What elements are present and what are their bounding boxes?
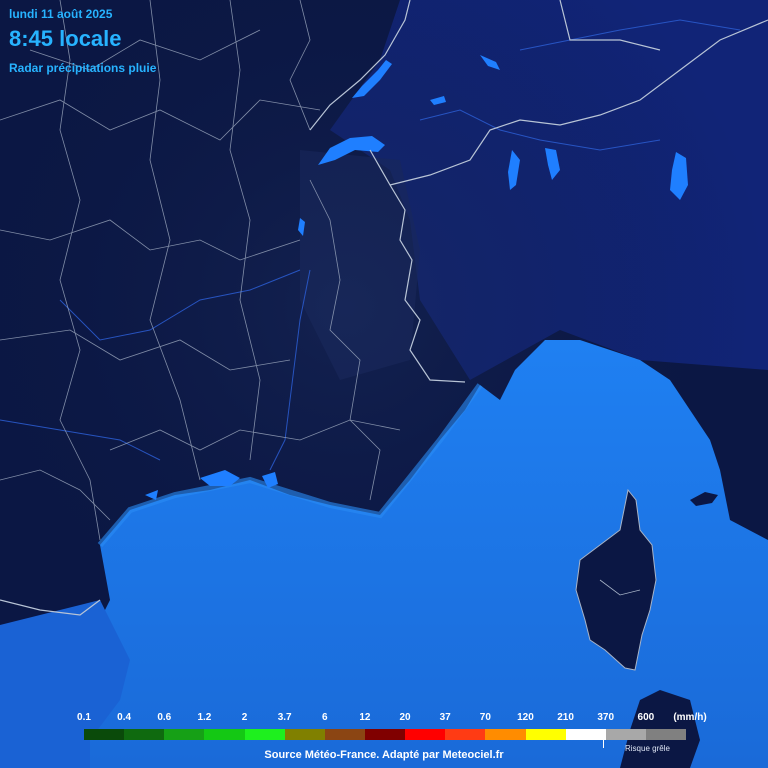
legend-swatch xyxy=(324,729,365,740)
date-label: lundi 11 août 2025 xyxy=(9,7,113,21)
hail-risk-tick xyxy=(603,740,604,748)
legend-value-label: 210 xyxy=(557,712,574,723)
legend-value-label: 370 xyxy=(597,712,615,723)
legend-swatch xyxy=(164,729,205,740)
legend-unit-label: (mm/h) xyxy=(673,712,707,723)
legend-swatch xyxy=(405,729,446,740)
legend-swatch xyxy=(565,729,606,740)
legend-colorbar xyxy=(84,729,687,740)
legend-value-label: 70 xyxy=(479,712,491,723)
legend-value-label: 12 xyxy=(359,712,371,723)
legend-swatch xyxy=(605,729,646,740)
legend-swatch xyxy=(204,729,245,740)
source-credit: Source Météo-France. Adapté par Meteocie… xyxy=(264,749,504,761)
legend-swatch xyxy=(364,729,406,740)
legend-values: 0.1 0.4 0.6 1.2 2 3.7 6 12 20 37 70 120 210 370 600 (mm… xyxy=(0,712,768,728)
legend-value-label: 120 xyxy=(517,712,534,723)
legend-value-label: 37 xyxy=(439,712,451,723)
radar-map xyxy=(0,0,768,768)
legend-swatch xyxy=(124,729,165,740)
product-title: Radar précipitations pluie xyxy=(9,61,157,75)
legend-swatch xyxy=(525,729,566,740)
legend-swatch xyxy=(445,729,486,740)
legend-value-label: 0.4 xyxy=(117,712,132,723)
legend-swatch xyxy=(244,729,285,740)
local-time-label: 8:45 locale xyxy=(9,26,122,51)
legend-swatch xyxy=(84,729,125,740)
legend-value-label: 0.6 xyxy=(157,712,172,723)
legend-swatch xyxy=(485,729,526,740)
legend-value-label: 0.1 xyxy=(77,712,91,723)
legend-value-label: 600 xyxy=(637,712,655,723)
legend-value-label: 2 xyxy=(241,712,248,723)
legend-value-label: 20 xyxy=(399,712,411,723)
legend-swatch xyxy=(645,729,687,740)
legend-swatch xyxy=(284,729,325,740)
legend-value-label: 3.7 xyxy=(277,712,292,723)
legend-value-label: 1.2 xyxy=(197,712,212,723)
legend-value-label: 6 xyxy=(322,712,328,723)
